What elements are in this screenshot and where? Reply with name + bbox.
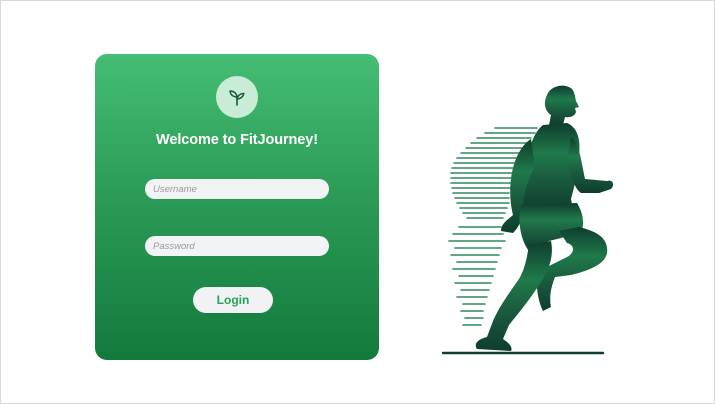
app-frame: Welcome to FitJourney! Login <box>0 0 715 404</box>
username-input[interactable] <box>145 179 329 199</box>
login-card: Welcome to FitJourney! Login <box>95 54 379 360</box>
logo-badge <box>216 76 258 118</box>
password-input[interactable] <box>145 236 329 256</box>
running-man-illustration <box>441 85 614 355</box>
login-button[interactable]: Login <box>193 287 273 313</box>
sprout-leaf-icon <box>229 90 245 106</box>
welcome-heading: Welcome to FitJourney! <box>156 132 318 148</box>
